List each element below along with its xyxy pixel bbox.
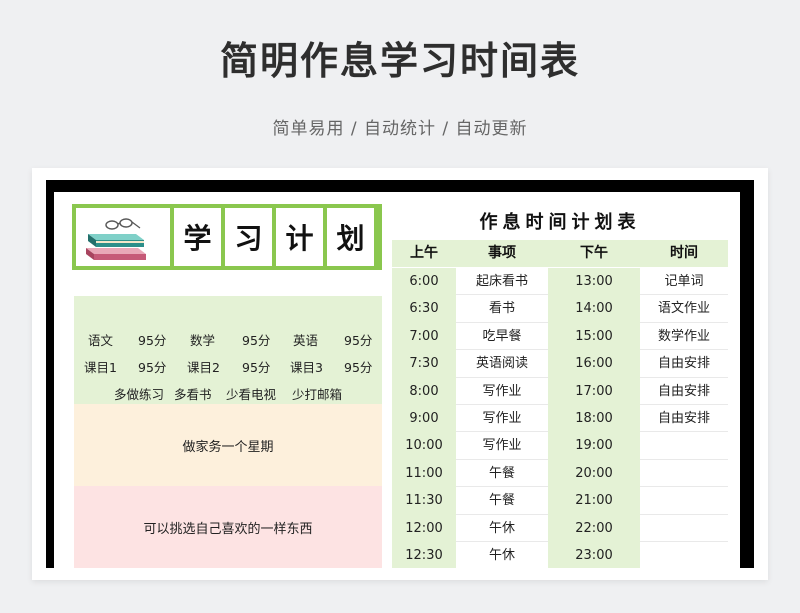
schedule-title: 作息时间计划表 — [479, 212, 641, 233]
goal-habit: 多看书 — [174, 387, 212, 402]
pm-time: 23:00 — [548, 542, 640, 568]
pm-time: 19:00 — [548, 432, 640, 460]
plan-char-4: 划 — [327, 208, 374, 266]
goal-habit: 少看电视 — [226, 387, 277, 402]
spreadsheet: 学 习 计 划 语文 95分 数学 95分 英语 95分 课目1 95分 课目2… — [54, 192, 740, 568]
header-time: 时间 — [670, 245, 698, 261]
am-time: 10:00 — [392, 432, 456, 460]
goal-subject: 课目2 — [187, 360, 220, 375]
pm-item: 数学作业 — [640, 322, 728, 351]
header-am: 上午 — [410, 245, 438, 261]
goal-score: 95分 — [242, 333, 271, 348]
am-time: 12:00 — [392, 514, 456, 542]
pm-time: 15:00 — [548, 322, 640, 351]
am-time: 6:00 — [392, 268, 456, 296]
am-time: 7:00 — [392, 322, 456, 351]
goal-habit: 多做练习 — [114, 387, 165, 402]
schedule-row: 6:30 看书 14:00 语文作业 — [392, 295, 728, 323]
goal-score: 95分 — [242, 360, 271, 375]
am-item: 写作业 — [456, 405, 548, 433]
pm-item: 自由安排 — [640, 377, 728, 405]
plan-header: 学 习 计 划 — [72, 204, 382, 270]
goal-subject: 课目3 — [290, 360, 323, 375]
pm-item — [640, 432, 728, 460]
goals-row-2: 课目1 95分 课目2 95分 课目3 95分 — [74, 357, 382, 377]
books-and-glasses-icon — [76, 208, 170, 266]
schedule-row: 7:00 吃早餐 15:00 数学作业 — [392, 322, 728, 351]
am-time: 6:30 — [392, 295, 456, 323]
am-time: 11:00 — [392, 459, 456, 488]
pm-item: 记单词 — [640, 268, 728, 296]
goal-score: 95分 — [138, 333, 167, 348]
pm-time: 20:00 — [548, 459, 640, 488]
page-title: 简明作息学习时间表 — [219, 39, 580, 83]
page-subtitle: 简单易用 / 自动统计 / 自动更新 — [272, 119, 528, 139]
am-item: 起床看书 — [456, 268, 548, 296]
goal-habit: 少打邮箱 — [292, 387, 343, 402]
goals-block: 语文 95分 数学 95分 英语 95分 课目1 95分 课目2 95分 课目3… — [74, 296, 382, 404]
chores-block: 做家务一个星期 — [74, 404, 382, 486]
pm-time: 21:00 — [548, 487, 640, 515]
am-item: 午休 — [456, 514, 548, 542]
schedule-row: 6:00 起床看书 13:00 记单词 — [392, 268, 728, 296]
pm-item — [640, 514, 728, 542]
pm-time: 16:00 — [548, 350, 640, 378]
goal-score: 95分 — [344, 333, 373, 348]
am-item: 看书 — [456, 295, 548, 323]
pm-time: 22:00 — [548, 514, 640, 542]
am-item: 吃早餐 — [456, 322, 548, 351]
am-item: 写作业 — [456, 377, 548, 405]
goal-score: 95分 — [138, 360, 167, 375]
pm-item: 自由安排 — [640, 350, 728, 378]
goal-score: 95分 — [344, 360, 373, 375]
am-time: 9:00 — [392, 405, 456, 433]
pm-time: 18:00 — [548, 405, 640, 433]
pm-time: 17:00 — [548, 377, 640, 405]
plan-char-3: 计 — [276, 208, 323, 266]
schedule-row: 11:30 午餐 21:00 — [392, 487, 728, 515]
am-time: 8:00 — [392, 377, 456, 405]
goal-subject: 英语 — [293, 333, 319, 348]
am-item: 午餐 — [456, 459, 548, 488]
goal-subject: 课目1 — [84, 360, 117, 375]
pm-time: 13:00 — [548, 268, 640, 296]
am-item: 写作业 — [456, 432, 548, 460]
schedule-header: 上午 事项 下午 时间 — [392, 240, 728, 267]
header-pm: 下午 — [580, 245, 608, 261]
pm-item: 自由安排 — [640, 405, 728, 433]
schedule-row: 12:30 午休 23:00 — [392, 542, 728, 568]
schedule-row: 11:00 午餐 20:00 — [392, 459, 728, 488]
pm-item: 语文作业 — [640, 295, 728, 323]
am-item: 午休 — [456, 542, 548, 568]
am-item: 英语阅读 — [456, 350, 548, 378]
am-time: 7:30 — [392, 350, 456, 378]
schedule-row: 7:30 英语阅读 16:00 自由安排 — [392, 350, 728, 378]
goal-subject: 数学 — [190, 333, 216, 348]
pm-time: 14:00 — [548, 295, 640, 323]
schedule-row: 9:00 写作业 18:00 自由安排 — [392, 405, 728, 433]
goals-row-1: 语文 95分 数学 95分 英语 95分 — [74, 330, 382, 350]
goals-row-3: 多做练习 多看书 少看电视 少打邮箱 — [74, 384, 382, 404]
am-time: 12:30 — [392, 542, 456, 568]
goal-subject: 语文 — [88, 333, 114, 348]
pm-item — [640, 487, 728, 515]
plan-char-1: 学 — [174, 208, 221, 266]
am-item: 午餐 — [456, 487, 548, 515]
am-time: 11:30 — [392, 487, 456, 515]
reward-block: 可以挑选自己喜欢的一样东西 — [74, 486, 382, 568]
pm-item — [640, 542, 728, 568]
pm-item — [640, 459, 728, 488]
schedule-row: 8:00 写作业 17:00 自由安排 — [392, 377, 728, 405]
schedule-row: 10:00 写作业 19:00 — [392, 432, 728, 460]
schedule-row: 12:00 午休 22:00 — [392, 514, 728, 542]
header-item: 事项 — [488, 245, 516, 261]
plan-char-2: 习 — [225, 208, 272, 266]
